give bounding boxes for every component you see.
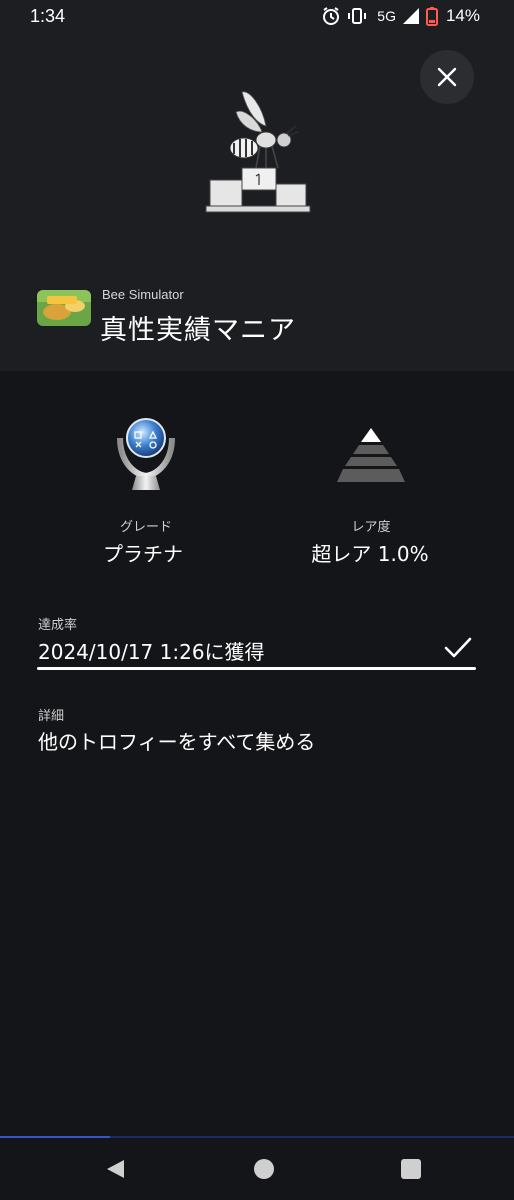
earned-date: 2024/10/17 1:26に獲得 — [38, 640, 265, 664]
detail-label: 詳細 — [38, 709, 65, 724]
trophy-title: 真性実績マニア — [100, 315, 296, 346]
battery-percent: 14% — [445, 6, 480, 25]
status-icons: 5G 14% — [321, 6, 480, 26]
rarity-value: 超レア 1.0% — [311, 542, 429, 566]
earned-label: 達成率 — [38, 618, 78, 633]
rarity-pyramid-icon — [337, 428, 405, 482]
home-icon — [254, 1159, 274, 1179]
navigation-bar — [0, 1140, 514, 1200]
earned-progress-bar — [37, 667, 476, 670]
grade-label: グレード — [119, 520, 172, 535]
battery-icon — [425, 6, 438, 26]
home-button[interactable] — [253, 1158, 275, 1184]
network-type: 5G — [377, 8, 396, 24]
game-name: Bee Simulator — [102, 287, 184, 302]
recents-button[interactable] — [400, 1158, 422, 1184]
game-icon — [37, 290, 91, 326]
grade-value: プラチナ — [103, 542, 183, 566]
close-icon — [437, 67, 457, 87]
alarm-icon — [321, 6, 341, 26]
bottom-divider-highlight — [0, 1136, 110, 1138]
close-button[interactable] — [420, 50, 474, 104]
bee-podium-art — [205, 91, 311, 213]
rarity-label: レア度 — [351, 520, 391, 535]
vibrate-icon — [347, 6, 367, 26]
detail-text: 他のトロフィーをすべて集める — [38, 730, 316, 754]
status-time: 1:34 — [30, 6, 66, 26]
back-button[interactable] — [104, 1158, 126, 1184]
recents-icon — [401, 1159, 421, 1179]
platinum-trophy-icon — [117, 418, 175, 490]
checkmark-icon — [444, 637, 472, 658]
signal-icon — [402, 7, 420, 25]
status-bar: 1:34 5G 14% — [0, 0, 514, 34]
back-icon — [107, 1160, 124, 1178]
